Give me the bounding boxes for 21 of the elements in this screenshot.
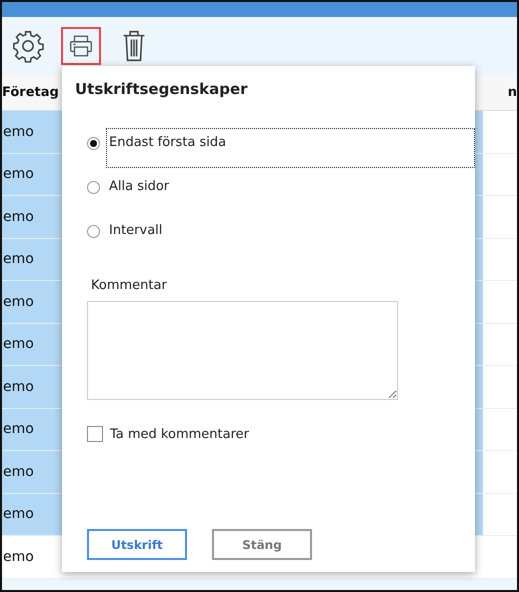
table-cell: emo (3, 166, 34, 182)
comment-label: Kommentar (91, 278, 168, 293)
column-header[interactable]: n (508, 85, 517, 100)
close-button[interactable]: Stäng (212, 529, 312, 560)
table-cell: emo (3, 251, 34, 268)
radio-label[interactable]: Endast första sida (109, 135, 226, 150)
dialog-title: Utskriftsegenskaper (75, 80, 249, 98)
table-cell: emo (3, 336, 34, 352)
radio-label[interactable]: Intervall (109, 223, 162, 238)
checkbox-label[interactable]: Ta med kommentarer (110, 426, 249, 442)
table-cell: emo (3, 506, 34, 522)
table-cell: emo (3, 421, 34, 438)
table-cell: emo (3, 378, 34, 395)
table-cell: emo (3, 464, 34, 480)
table-cell: emo (3, 208, 34, 225)
table-cell: emo (3, 548, 34, 565)
column-header[interactable]: Företag (2, 85, 59, 100)
radio-label[interactable]: Alla sidor (109, 179, 170, 194)
table-cell: emo (3, 124, 34, 140)
print-button[interactable]: Utskrift (87, 529, 187, 560)
table-cell: emo (3, 294, 34, 310)
